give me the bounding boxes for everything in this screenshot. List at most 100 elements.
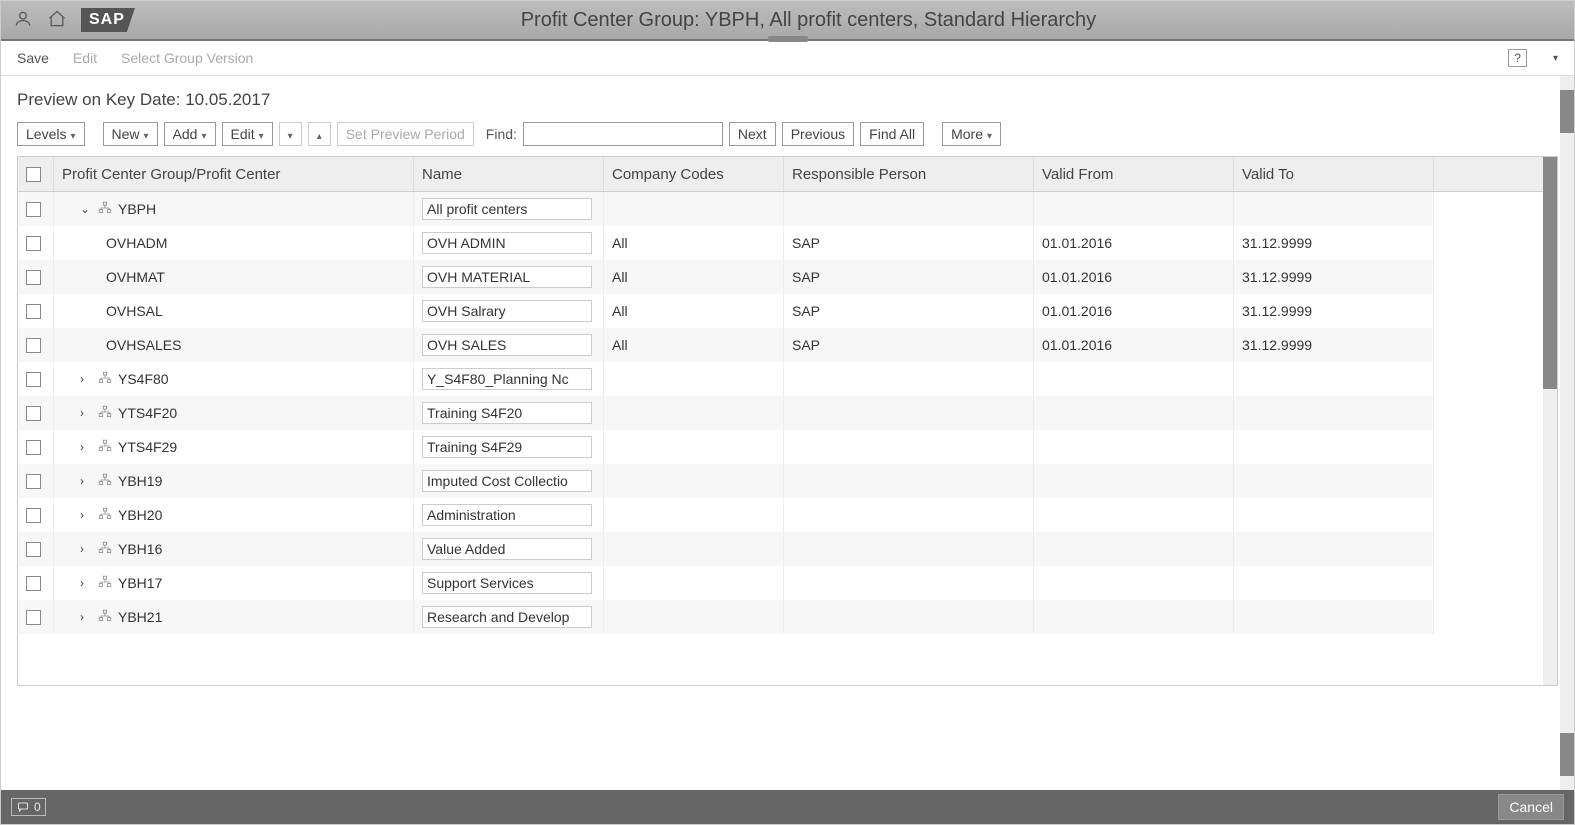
find-next-button[interactable]: Next: [729, 122, 776, 146]
preview-key-date-label: Preview on Key Date: 10.05.2017: [17, 90, 1558, 110]
table-row[interactable]: OVHMATOVH MATERIALAllSAP01.01.201631.12.…: [18, 260, 1557, 294]
valid-from-cell: [1034, 430, 1234, 464]
table-row[interactable]: OVHSALESOVH SALESAllSAP01.01.201631.12.9…: [18, 328, 1557, 362]
row-checkbox[interactable]: [26, 270, 41, 285]
help-button[interactable]: ?: [1508, 49, 1527, 67]
edit-button[interactable]: Edit: [222, 122, 273, 146]
row-checkbox[interactable]: [26, 304, 41, 319]
name-field[interactable]: Y_S4F80_Planning Nc: [422, 368, 592, 390]
row-checkbox[interactable]: [26, 406, 41, 421]
find-all-button[interactable]: Find All: [860, 122, 924, 146]
select-all-checkbox[interactable]: [26, 167, 41, 182]
row-checkbox[interactable]: [26, 610, 41, 625]
sap-logo: SAP: [81, 8, 135, 32]
menu-edit[interactable]: Edit: [73, 50, 97, 66]
name-field[interactable]: OVH MATERIAL: [422, 266, 592, 288]
responsible-person-cell: [784, 498, 1034, 532]
responsible-person-cell: [784, 600, 1034, 634]
valid-from-cell: [1034, 566, 1234, 600]
row-checkbox[interactable]: [26, 542, 41, 557]
menu-save[interactable]: Save: [17, 50, 49, 66]
titlebar-drag-handle[interactable]: [768, 36, 808, 42]
name-field[interactable]: Value Added: [422, 538, 592, 560]
help-dropdown-icon[interactable]: ▾: [1553, 53, 1558, 64]
col-valid-to[interactable]: Valid To: [1234, 157, 1434, 191]
name-field[interactable]: Training S4F29: [422, 436, 592, 458]
levels-button[interactable]: Levels: [17, 122, 85, 146]
expand-icon[interactable]: ›: [80, 542, 92, 556]
table-row[interactable]: ›YBH17Support Services: [18, 566, 1557, 600]
move-down-button[interactable]: [279, 122, 302, 146]
table-row[interactable]: › YBH21 Research and Develop: [18, 600, 1557, 634]
hierarchy-icon: [98, 371, 112, 388]
find-input[interactable]: [523, 122, 723, 146]
table-row[interactable]: ›YBH19Imputed Cost Collectio: [18, 464, 1557, 498]
collapse-icon[interactable]: ⌄: [80, 202, 92, 216]
expand-icon[interactable]: ›: [80, 406, 92, 420]
node-code: YS4F80: [118, 371, 169, 387]
col-profit-center-group[interactable]: Profit Center Group/Profit Center: [54, 157, 414, 191]
company-codes-cell: All: [604, 328, 784, 362]
more-button[interactable]: More: [942, 122, 1001, 146]
table-row[interactable]: ›YBH20Administration: [18, 498, 1557, 532]
user-icon[interactable]: [13, 9, 33, 32]
expand-icon[interactable]: ›: [80, 508, 92, 522]
app-window: SAP Profit Center Group: YBPH, All profi…: [0, 0, 1575, 825]
name-field[interactable]: Administration: [422, 504, 592, 526]
valid-from-cell: [1034, 498, 1234, 532]
find-previous-button[interactable]: Previous: [782, 122, 854, 146]
node-code: YBH21: [118, 609, 162, 625]
move-up-button[interactable]: [308, 122, 331, 146]
expand-icon[interactable]: ›: [80, 576, 92, 590]
responsible-person-cell: SAP: [784, 226, 1034, 260]
responsible-person-cell: [784, 566, 1034, 600]
hierarchy-icon: [98, 473, 112, 490]
row-checkbox[interactable]: [26, 440, 41, 455]
company-codes-cell: [604, 464, 784, 498]
menu-select-group-version[interactable]: Select Group Version: [121, 50, 253, 66]
name-field[interactable]: OVH ADMIN: [422, 232, 592, 254]
name-field[interactable]: OVH SALES: [422, 334, 592, 356]
valid-from-cell: 01.01.2016: [1034, 328, 1234, 362]
valid-to-cell: [1234, 362, 1434, 396]
table-row[interactable]: ⌄YBPHAll profit centers: [18, 192, 1557, 226]
row-checkbox[interactable]: [26, 474, 41, 489]
row-checkbox[interactable]: [26, 372, 41, 387]
expand-icon[interactable]: ›: [80, 372, 92, 386]
expand-icon[interactable]: ›: [80, 474, 92, 488]
expand-icon[interactable]: ›: [80, 610, 92, 624]
col-company-codes[interactable]: Company Codes: [604, 157, 784, 191]
name-field[interactable]: Support Services: [422, 572, 592, 594]
valid-to-cell: [1234, 532, 1434, 566]
table-row[interactable]: OVHSALOVH SalraryAllSAP01.01.201631.12.9…: [18, 294, 1557, 328]
expand-icon[interactable]: ›: [80, 440, 92, 454]
name-field[interactable]: OVH Salrary: [422, 300, 592, 322]
set-preview-period-button[interactable]: Set Preview Period: [337, 122, 474, 146]
col-valid-from[interactable]: Valid From: [1034, 157, 1234, 191]
add-button[interactable]: Add: [164, 122, 216, 146]
table-row[interactable]: OVHADMOVH ADMINAllSAP01.01.201631.12.999…: [18, 226, 1557, 260]
row-checkbox[interactable]: [26, 508, 41, 523]
hierarchy-icon: [98, 575, 112, 592]
col-name[interactable]: Name: [414, 157, 604, 191]
responsible-person-cell: SAP: [784, 260, 1034, 294]
name-field[interactable]: Training S4F20: [422, 402, 592, 424]
name-field[interactable]: All profit centers: [422, 198, 592, 220]
content-scrollbar[interactable]: [1560, 76, 1574, 790]
table-row[interactable]: ›YTS4F29Training S4F29: [18, 430, 1557, 464]
table-row[interactable]: ›YTS4F20Training S4F20: [18, 396, 1557, 430]
col-responsible-person[interactable]: Responsible Person: [784, 157, 1034, 191]
table-row[interactable]: › YS4F80 Y_S4F80_Planning Nc: [18, 362, 1557, 396]
vertical-scrollbar[interactable]: [1543, 157, 1557, 685]
name-field[interactable]: Research and Develop: [422, 606, 592, 628]
name-field[interactable]: Imputed Cost Collectio: [422, 470, 592, 492]
row-checkbox[interactable]: [26, 576, 41, 591]
messages-button[interactable]: 0: [11, 798, 46, 816]
new-button[interactable]: New: [103, 122, 158, 146]
row-checkbox[interactable]: [26, 202, 41, 217]
table-row[interactable]: ›YBH16Value Added: [18, 532, 1557, 566]
home-icon[interactable]: [47, 9, 67, 32]
row-checkbox[interactable]: [26, 236, 41, 251]
cancel-button[interactable]: Cancel: [1498, 794, 1564, 820]
row-checkbox[interactable]: [26, 338, 41, 353]
